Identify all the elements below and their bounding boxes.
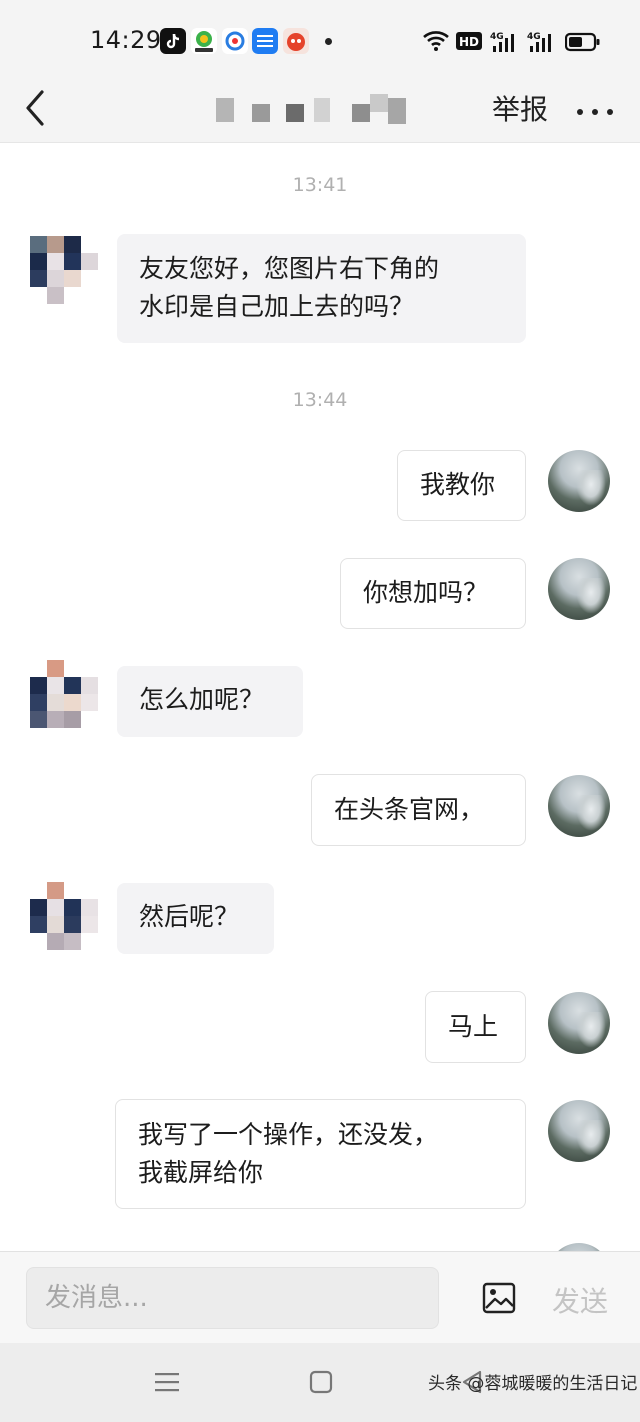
user-avatar[interactable]	[548, 1100, 610, 1162]
contact-avatar[interactable]	[30, 660, 100, 730]
incoming-message-bubble[interactable]: 友友您好，您图片右下角的 水印是自己加上去的吗？	[117, 234, 526, 343]
more-icon[interactable]	[576, 102, 614, 115]
image-icon[interactable]	[482, 1282, 516, 1314]
outgoing-message-bubble[interactable]: 你想加吗？	[340, 558, 526, 629]
outgoing-message-bubble[interactable]: 在头条官网，	[311, 774, 526, 846]
user-avatar[interactable]	[548, 992, 610, 1054]
status-time: 14:29	[90, 26, 162, 54]
outgoing-message-bubble[interactable]: 我写了一个操作，还没发， 我截屏给你	[115, 1099, 526, 1209]
user-avatar[interactable]	[548, 558, 610, 620]
network-label: 4G	[490, 32, 504, 42]
battery-icon	[564, 32, 601, 56]
wifi-icon	[423, 30, 449, 56]
message-text: 水印是自己加上去的吗？	[139, 292, 415, 321]
chat-message-list[interactable]: 13:41 友友您好，您图片右下角的 水印是自己加上去的吗？ 13:44 我教你…	[0, 143, 640, 1251]
message-input[interactable]	[26, 1267, 439, 1329]
send-button[interactable]: 发送	[552, 1280, 608, 1320]
user-avatar[interactable]	[548, 1243, 610, 1251]
contact-avatar[interactable]	[30, 882, 100, 952]
chat-title-pixelated	[212, 90, 424, 124]
incoming-message-bubble[interactable]: 然后呢？	[117, 883, 274, 954]
douyin-icon	[160, 28, 186, 54]
message-input-bar: 发送	[0, 1251, 640, 1343]
system-nav-bar: 头条 @蓉城暖暖的生活日记	[0, 1343, 640, 1422]
message-timestamp: 13:44	[292, 389, 348, 411]
signal-4g-icon: 4G	[490, 30, 520, 58]
message-timestamp: 13:41	[292, 174, 348, 196]
back-icon[interactable]	[22, 86, 52, 126]
contact-avatar[interactable]	[30, 236, 100, 306]
user-avatar[interactable]	[548, 775, 610, 837]
hd-label: HD	[459, 35, 479, 49]
outgoing-message-bubble[interactable]: 马上	[425, 991, 526, 1063]
watermark-text: 头条 @蓉城暖暖的生活日记	[428, 1374, 638, 1394]
signal-4g-icon: 4G	[527, 30, 557, 58]
message-text: 我教你	[420, 470, 496, 499]
message-text: 我截屏给你	[138, 1158, 264, 1187]
message-text: 在头条官网，	[334, 795, 485, 824]
zhihu-icon	[252, 28, 278, 54]
app-icon-red	[283, 28, 309, 54]
message-text: 怎么加呢？	[139, 685, 265, 714]
message-text: 友友您好，您图片右下角的	[139, 254, 440, 283]
message-text: 你想加吗？	[363, 578, 489, 607]
message-text: 马上	[448, 1012, 499, 1041]
network-label: 4G	[527, 32, 541, 42]
outgoing-message-bubble[interactable]: 我教你	[397, 450, 526, 521]
hd-icon: HD	[456, 30, 482, 56]
message-text: 然后呢？	[139, 902, 240, 931]
report-button[interactable]: 举报	[492, 88, 548, 128]
home-square-icon[interactable]	[309, 1370, 333, 1398]
menu-icon[interactable]	[155, 1370, 179, 1398]
incoming-message-bubble[interactable]: 怎么加呢？	[117, 666, 303, 737]
status-bar: 14:29 HD 4G 4G	[0, 0, 640, 80]
app-icon-green	[191, 28, 217, 54]
user-avatar[interactable]	[548, 450, 610, 512]
chat-header: 举报	[0, 80, 640, 142]
message-text: 我写了一个操作，还没发，	[138, 1120, 439, 1149]
app-icon-ring	[222, 28, 248, 54]
notification-dot	[325, 38, 332, 45]
